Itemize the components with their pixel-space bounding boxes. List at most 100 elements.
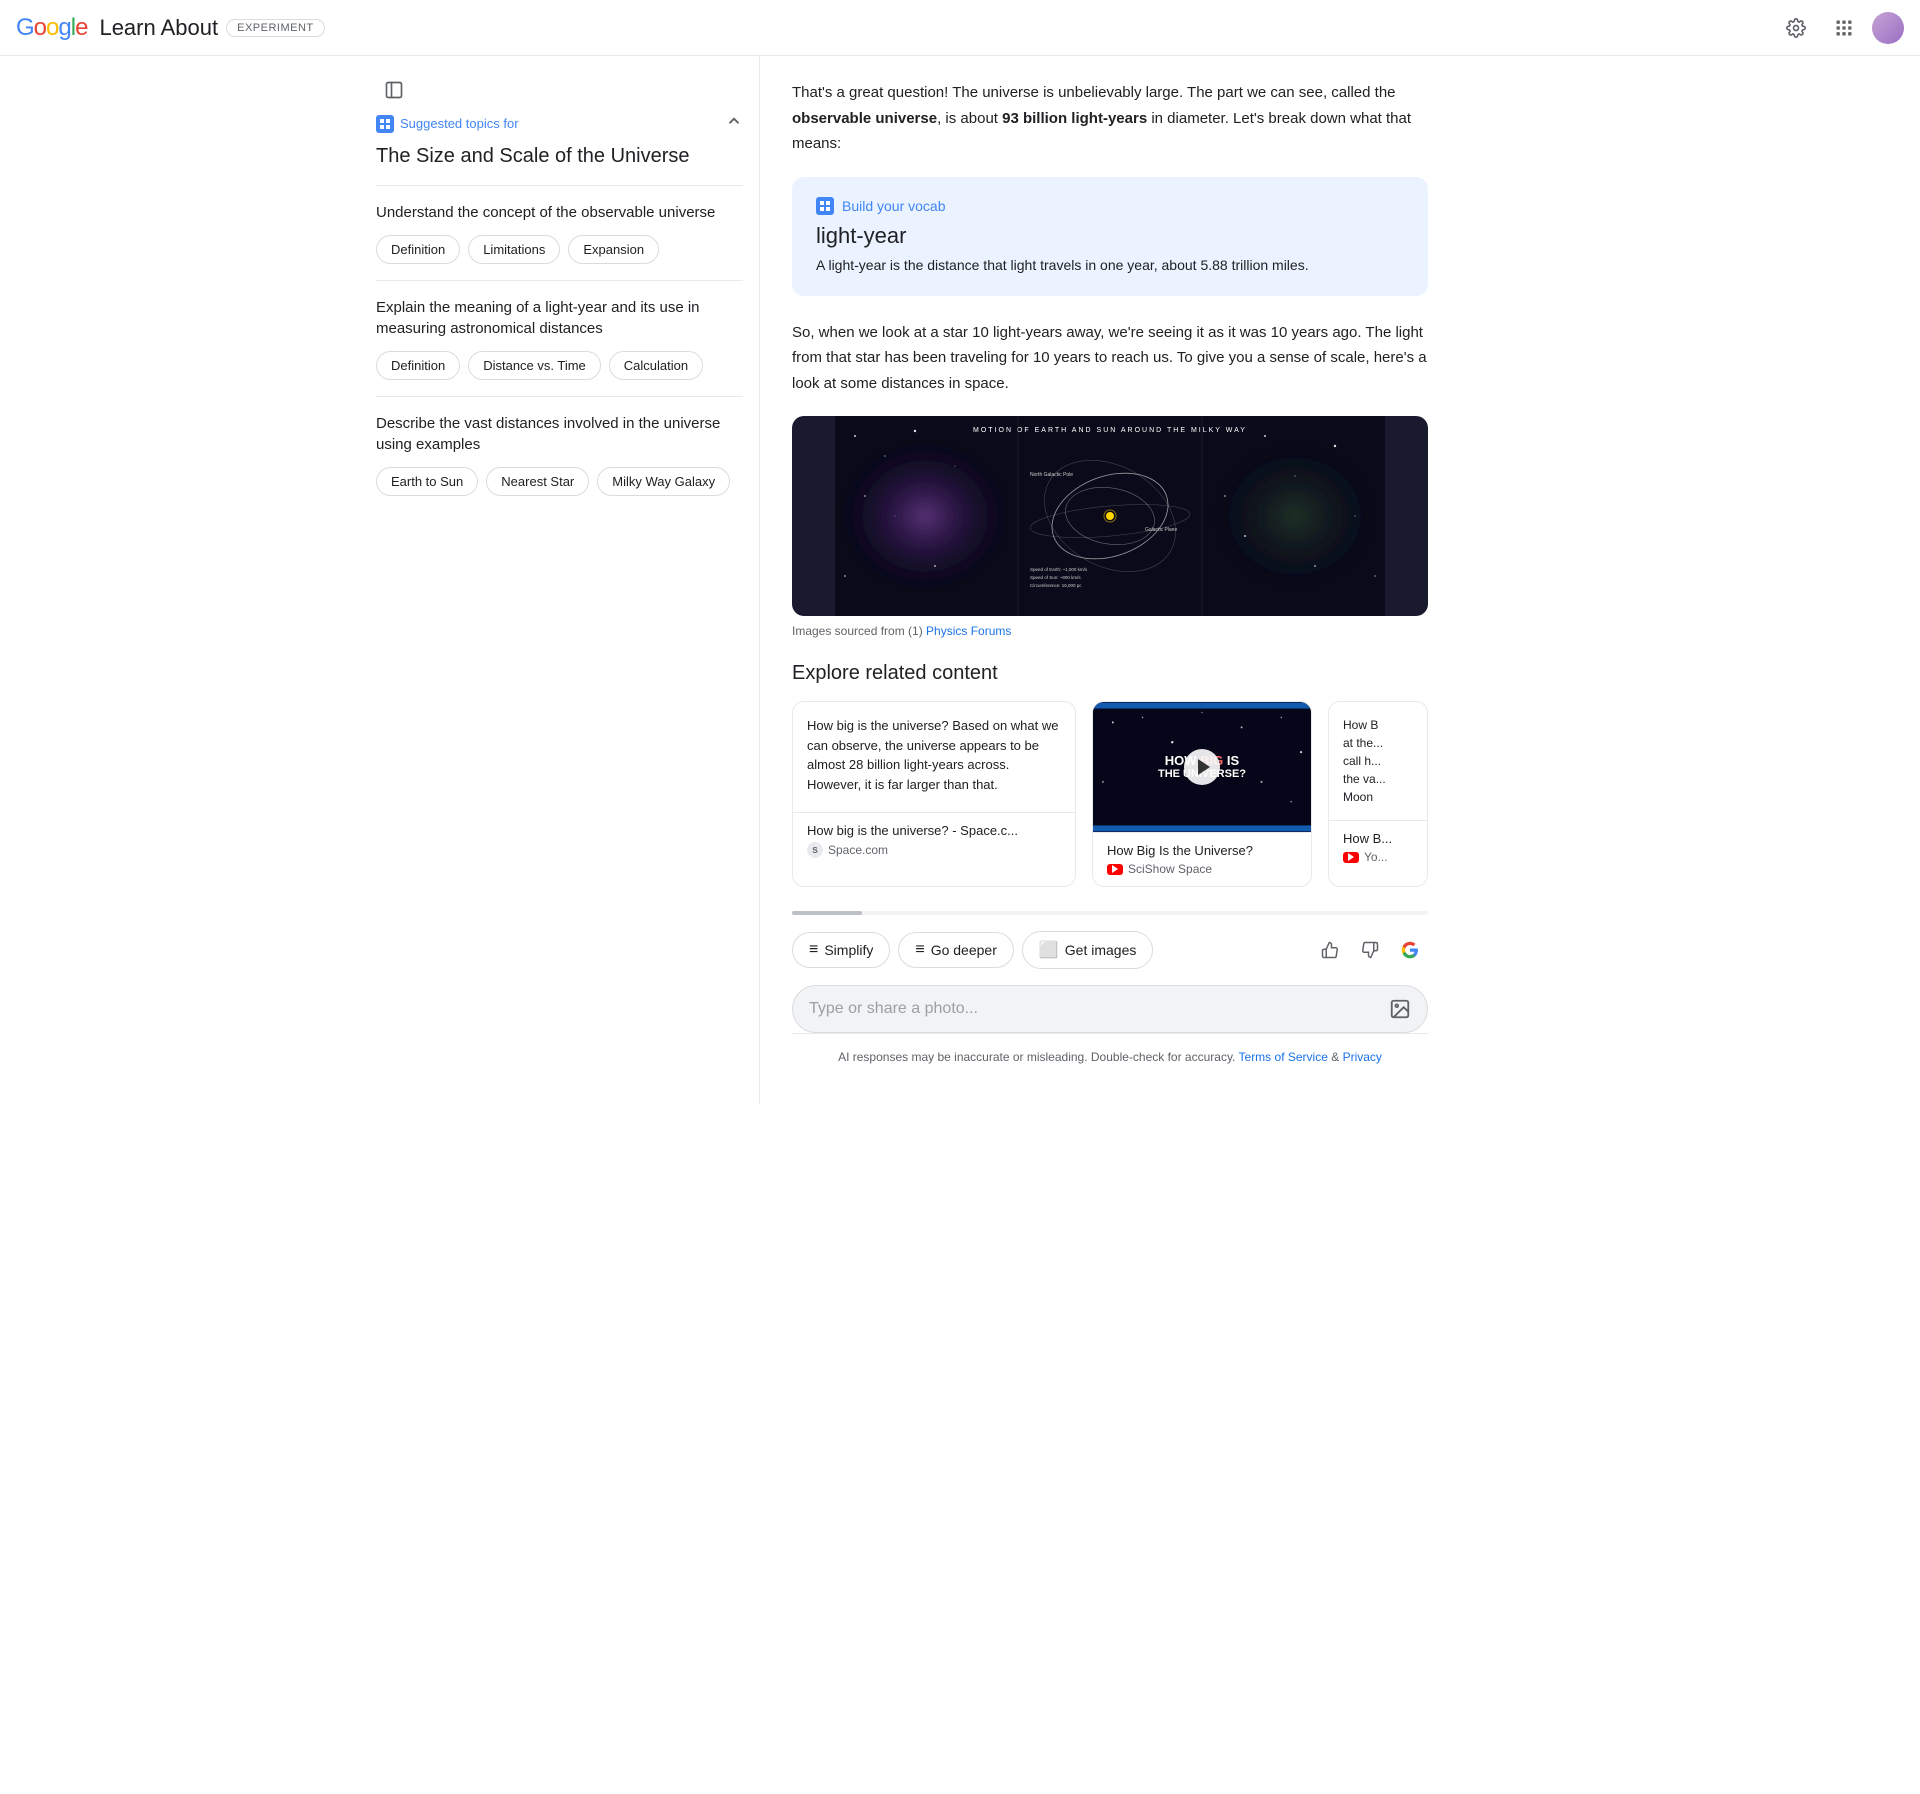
explore-card-partial[interactable]: How B at the... call h... the va... Moon… [1328, 701, 1428, 887]
footer: AI responses may be inaccurate or mislea… [792, 1033, 1428, 1080]
chip-milky-way[interactable]: Milky Way Galaxy [597, 467, 730, 496]
svg-text:Galactic Plane: Galactic Plane [1145, 527, 1177, 533]
suggested-label: Suggested topics for [376, 115, 519, 133]
simplify-button[interactable]: ≡ Simplify [792, 932, 890, 968]
collapse-button[interactable] [725, 112, 743, 135]
chat-input[interactable] [809, 1000, 1389, 1018]
google-feedback-button[interactable] [1392, 932, 1428, 968]
input-area [792, 985, 1428, 1033]
play-button[interactable] [1184, 749, 1220, 785]
experiment-badge: EXPERIMENT [226, 19, 325, 37]
main-layout: Suggested topics for The Size and Scale … [360, 56, 1560, 1104]
chip-definition-1[interactable]: Definition [376, 235, 460, 264]
explore-cards-container: How big is the universe? Based on what w… [792, 701, 1428, 895]
explore-title: Explore related content [792, 662, 1428, 685]
logo-g: G [16, 14, 34, 42]
vocab-card: Build your vocab light-year A light-year… [792, 177, 1428, 296]
thumbs-down-icon [1361, 941, 1379, 959]
thumbs-up-button[interactable] [1312, 932, 1348, 968]
section-title-3: Describe the vast distances involved in … [376, 413, 743, 455]
sidebar-section-2: Explain the meaning of a light-year and … [376, 280, 743, 396]
chevron-up-icon [725, 112, 743, 130]
explore-card-partial-title: How B... [1343, 831, 1413, 846]
chip-expansion[interactable]: Expansion [568, 235, 659, 264]
logo-o1: o [34, 14, 46, 42]
vocab-label: Build your vocab [842, 198, 946, 214]
partial-source-name: Yo... [1364, 850, 1388, 864]
scishow-source-name: SciShow Space [1128, 862, 1212, 876]
svg-text:MOTION OF EARTH AND SUN AROUND: MOTION OF EARTH AND SUN AROUND THE MILKY… [973, 427, 1247, 434]
input-box [792, 985, 1428, 1033]
logo-g2: g [58, 14, 70, 42]
google-logo: Google [16, 14, 87, 42]
youtube-icon-2 [1343, 852, 1359, 863]
space-source-name: Space.com [828, 843, 888, 857]
explore-card-video-thumbnail: HOW BIG IS THE UNIVERSE? [1093, 702, 1311, 832]
vocab-icon [816, 197, 834, 215]
svg-text:Circumference: 16,000 pc: Circumference: 16,000 pc [1030, 583, 1082, 588]
simplify-label: Simplify [824, 942, 873, 958]
go-deeper-button[interactable]: ≡ Go deeper [898, 932, 1014, 968]
settings-button[interactable] [1776, 8, 1816, 48]
terms-link[interactable]: Terms of Service [1239, 1050, 1328, 1064]
get-images-label: Get images [1065, 942, 1137, 958]
chip-nearest-star[interactable]: Nearest Star [486, 467, 589, 496]
vocab-card-header: Build your vocab [816, 197, 1404, 215]
logo-o2: o [46, 14, 58, 42]
apps-button[interactable] [1824, 8, 1864, 48]
chip-calculation[interactable]: Calculation [609, 351, 703, 380]
app-header: Google Learn About EXPERIMENT [0, 0, 1920, 56]
privacy-link[interactable]: Privacy [1343, 1050, 1382, 1064]
sidebar-toggle-icon [384, 80, 404, 100]
thumbs-up-icon [1321, 941, 1339, 959]
feedback-buttons [1312, 932, 1428, 968]
section-title-2: Explain the meaning of a light-year and … [376, 297, 743, 339]
space-source-icon: S [807, 842, 823, 858]
header-icons [1776, 8, 1904, 48]
observable-universe-bold: observable universe [792, 110, 937, 127]
chips-row-1: Definition Limitations Expansion [376, 235, 743, 264]
explore-card-partial-text: How B at the... call h... the va... Moon [1329, 702, 1427, 820]
simplify-icon: ≡ [809, 941, 818, 959]
google-g-icon [1401, 941, 1419, 959]
get-images-icon: ⬜ [1039, 940, 1059, 960]
avatar[interactable] [1872, 12, 1904, 44]
explore-card-scishow-source: SciShow Space [1107, 862, 1297, 876]
header-title: Learn About [99, 15, 218, 41]
sidebar-header: Suggested topics for [376, 112, 743, 135]
get-images-button[interactable]: ⬜ Get images [1022, 931, 1154, 969]
sidebar-section-3: Describe the vast distances involved in … [376, 396, 743, 512]
sidebar-title: The Size and Scale of the Universe [376, 143, 743, 169]
vocab-definition: A light-year is the distance that light … [816, 255, 1404, 276]
space-image-container: MOTION OF EARTH AND SUN AROUND THE MILKY… [792, 416, 1428, 616]
chip-definition-2[interactable]: Definition [376, 351, 460, 380]
explore-card-partial-source: Yo... [1343, 850, 1413, 864]
explore-card-space-title: How big is the universe? - Space.c... [807, 823, 1061, 838]
thumbs-down-button[interactable] [1352, 932, 1388, 968]
explore-card-partial-footer: How B... Yo... [1329, 820, 1427, 874]
gear-icon [1786, 18, 1806, 38]
chips-row-2: Definition Distance vs. Time Calculation [376, 351, 743, 380]
chip-limitations[interactable]: Limitations [468, 235, 560, 264]
sidebar-toggle-button[interactable] [376, 72, 412, 108]
logo-e: e [75, 14, 87, 42]
physics-forums-link[interactable]: Physics Forums [926, 624, 1011, 638]
explore-card-scishow-title: How Big Is the Universe? [1107, 843, 1297, 858]
go-deeper-icon: ≡ [915, 941, 924, 959]
explore-card-space-text: How big is the universe? Based on what w… [793, 702, 1075, 812]
section-title-1: Understand the concept of the observable… [376, 202, 743, 223]
explore-card-scishow[interactable]: HOW BIG IS THE UNIVERSE? How Big Is the … [1092, 701, 1312, 887]
apps-icon [1834, 18, 1854, 38]
explore-card-space[interactable]: How big is the universe? Based on what w… [792, 701, 1076, 887]
chips-row-3: Earth to Sun Nearest Star Milky Way Gala… [376, 467, 743, 496]
explore-card-space-source: S Space.com [807, 842, 1061, 858]
chip-earth-to-sun[interactable]: Earth to Sun [376, 467, 478, 496]
chip-distance-vs-time[interactable]: Distance vs. Time [468, 351, 601, 380]
bottom-toolbar: ≡ Simplify ≡ Go deeper ⬜ Get images [792, 931, 1428, 969]
image-caption-prefix: Images sourced from (1) [792, 624, 926, 638]
footer-text: AI responses may be inaccurate or mislea… [838, 1050, 1235, 1064]
image-caption: Images sourced from (1) Physics Forums [792, 624, 1428, 638]
upload-image-button[interactable] [1389, 998, 1411, 1020]
svg-text:Speed of Sun: ~800 km/s: Speed of Sun: ~800 km/s [1030, 575, 1081, 580]
youtube-icon [1107, 864, 1123, 875]
